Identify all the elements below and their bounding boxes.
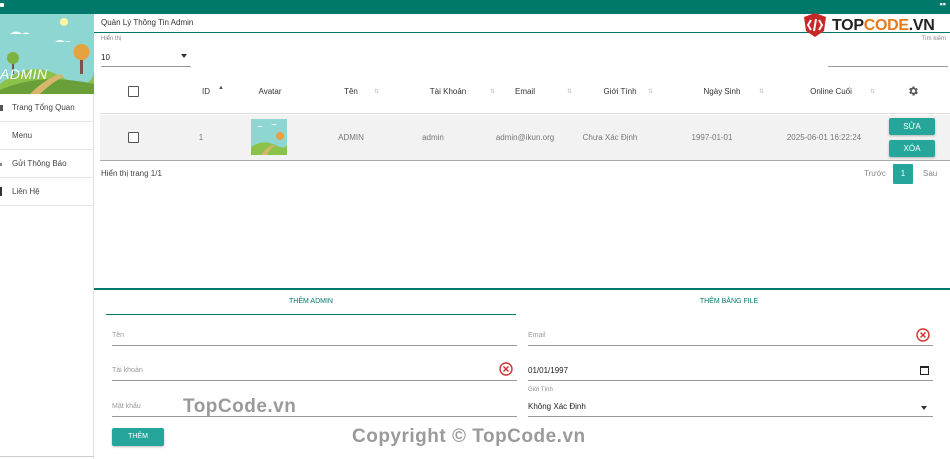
show-entries-value: 10 xyxy=(101,53,110,62)
gender-value: Không Xác Định xyxy=(528,402,586,411)
sidebar-banner: ADMIN xyxy=(0,14,94,94)
column-header-label: Giới Tính xyxy=(603,87,637,96)
table-row: 1 ADMIN admin admin@ikun.org Chưa Xác Đị… xyxy=(100,115,950,161)
chevron-down-icon xyxy=(921,406,927,410)
column-header-email[interactable]: Email ⇅ xyxy=(475,78,575,114)
show-entries-label: Hiển thị xyxy=(101,36,122,42)
cell-dob: 1997-01-01 xyxy=(691,133,733,142)
sidebar-divider xyxy=(0,456,94,457)
logo-brand: TOPCODE.VN xyxy=(832,17,935,35)
fullscreen-icon[interactable]: ▪▪ xyxy=(940,0,946,9)
gear-icon[interactable] xyxy=(907,85,919,97)
sidebar-brand-text: ADMIN xyxy=(0,66,48,82)
sidebar-item-notification[interactable]: Gửi Thông Báo xyxy=(0,150,93,178)
page-title: Quản Lý Thông Tin Admin xyxy=(101,18,194,27)
gender-select[interactable]: Không Xác Định xyxy=(528,397,933,417)
chevron-down-icon xyxy=(181,54,187,58)
sidebar-item-label: Trang Tổng Quan xyxy=(12,103,75,112)
app-window: ▪▪ ADMIN Trang Tổng Quan Menu Gửi Thông … xyxy=(0,0,950,459)
cell-last-online: 2025-06-01 16:22:24 xyxy=(786,133,862,142)
logo-accent: CODE xyxy=(863,17,909,34)
email-placeholder: Email xyxy=(528,332,546,339)
sidebar-item-label: Gửi Thông Báo xyxy=(12,159,67,168)
column-header-label: Tên xyxy=(344,87,358,96)
sidebar-item-contact[interactable]: Liên Hệ xyxy=(0,178,93,206)
row-checkbox[interactable] xyxy=(128,132,139,143)
bell-icon xyxy=(0,163,2,166)
avatar-image xyxy=(251,119,287,155)
tab-indicator xyxy=(106,314,516,315)
tab-add-admin[interactable]: THÊM ADMIN xyxy=(106,298,516,305)
pager-next-button[interactable]: Sau xyxy=(923,169,937,178)
column-header-label: Email xyxy=(514,87,535,96)
cell-id: 1 xyxy=(198,133,204,142)
column-header-id[interactable]: ID ▲ xyxy=(186,78,226,114)
error-icon xyxy=(499,362,513,376)
copyright-watermark: Copyright © TopCode.vn xyxy=(352,426,586,447)
select-all-checkbox[interactable] xyxy=(128,86,139,97)
column-header-last-online[interactable]: Online Cuối ⇅ xyxy=(776,78,886,114)
logo-prefix: TOP xyxy=(832,17,864,34)
delete-button[interactable]: XÓA xyxy=(889,140,935,157)
search-input[interactable] xyxy=(828,49,948,67)
cell-account: admin xyxy=(422,133,444,142)
sidebar: ADMIN Trang Tổng Quan Menu Gửi Thông Báo… xyxy=(0,14,94,459)
account-placeholder: Tài khoản xyxy=(112,367,143,374)
sidebar-item-label: Menu xyxy=(12,131,33,140)
tab-add-by-file[interactable]: THÊM BẰNG FILE xyxy=(524,298,934,305)
add-admin-button[interactable]: THÊM xyxy=(112,428,164,446)
topcode-shield-icon xyxy=(804,13,826,37)
sort-asc-icon: ▲ xyxy=(218,85,224,91)
sort-icon: ⇅ xyxy=(870,89,876,95)
gender-label: Giới Tính xyxy=(528,387,553,393)
dob-value: 01/01/1997 xyxy=(528,366,569,375)
table-header: ID ▲ Avatar Tên ⇅ Tài Khoản ⇅ Email ⇅ Gi… xyxy=(100,78,950,114)
sort-icon: ⇅ xyxy=(374,89,380,95)
main-content: Quản Lý Thông Tin Admin Hiển thị 10 Tìm … xyxy=(94,14,950,459)
menu-toggle-icon[interactable] xyxy=(0,3,4,7)
password-field[interactable]: Mật khẩu xyxy=(112,397,517,417)
edit-button[interactable]: SỬA xyxy=(889,118,935,135)
column-header-label: Avatar xyxy=(258,87,282,96)
column-header-name[interactable]: Tên ⇅ xyxy=(320,78,382,114)
dob-field[interactable]: 01/01/1997 xyxy=(528,361,933,381)
contact-icon xyxy=(0,187,2,196)
column-header-avatar: Avatar xyxy=(240,78,300,114)
table-info: Hiển thị trang 1/1 xyxy=(101,169,162,178)
home-icon xyxy=(0,105,3,111)
cell-gender: Chưa Xác Định xyxy=(582,133,638,142)
calendar-icon[interactable] xyxy=(920,366,929,375)
column-header-label: Online Cuối xyxy=(810,87,852,96)
email-field[interactable]: Email xyxy=(528,326,933,346)
avatar xyxy=(251,119,287,155)
pager-page-1[interactable]: 1 xyxy=(893,164,913,184)
sort-icon: ⇅ xyxy=(648,89,654,95)
account-field[interactable]: Tài khoản xyxy=(112,361,517,381)
sidebar-item-dashboard[interactable]: Trang Tổng Quan xyxy=(0,94,93,122)
pager-prev-button[interactable]: Trước xyxy=(864,169,886,178)
column-header-label: Tài Khoản xyxy=(429,87,467,96)
watermark-text: TopCode.vn xyxy=(183,396,297,417)
cell-email: admin@ikun.org xyxy=(495,133,555,142)
column-header-gender[interactable]: Giới Tính ⇅ xyxy=(565,78,675,114)
sidebar-item-menu[interactable]: Menu xyxy=(0,122,93,150)
cell-name: ADMIN xyxy=(338,133,364,142)
column-header-dob[interactable]: Ngày Sinh ⇅ xyxy=(667,78,777,114)
topcode-logo: TOPCODE.VN xyxy=(802,12,950,40)
name-placeholder: Tên xyxy=(112,332,125,339)
password-placeholder: Mật khẩu xyxy=(112,403,141,410)
error-icon xyxy=(916,328,930,342)
column-header-label: ID xyxy=(202,87,210,96)
name-field[interactable]: Tên xyxy=(112,326,517,346)
show-entries-select[interactable]: 10 xyxy=(101,49,191,67)
sort-icon: ⇅ xyxy=(759,89,765,95)
banner-illustration xyxy=(0,14,94,94)
sidebar-item-label: Liên Hệ xyxy=(12,187,40,196)
logo-suffix: .VN xyxy=(908,17,935,34)
column-header-label: Ngày Sinh xyxy=(703,87,741,96)
